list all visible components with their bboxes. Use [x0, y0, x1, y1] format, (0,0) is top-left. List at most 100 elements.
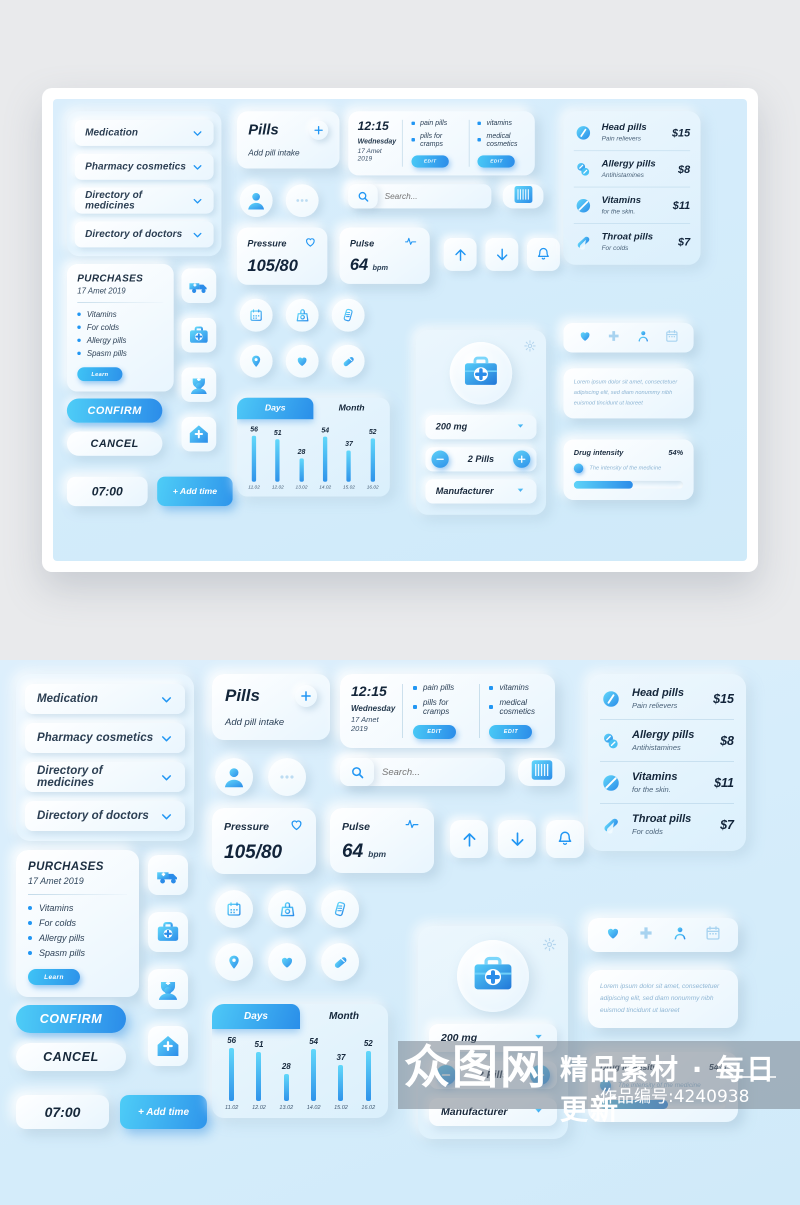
cancel-button[interactable]: CANCEL: [66, 431, 163, 456]
strip-icon-plus-cross[interactable]: [638, 925, 654, 946]
caret-down-icon[interactable]: [515, 420, 526, 434]
gear-icon[interactable]: [542, 937, 557, 957]
add-time-button[interactable]: + Add time: [120, 1095, 207, 1129]
tag-item[interactable]: vitamins: [477, 119, 526, 127]
caret-down-icon[interactable]: [515, 484, 526, 498]
bar-column[interactable]: 52: [358, 1036, 379, 1101]
dropdown-directory-of-medicines[interactable]: Directory of medicines: [74, 187, 214, 214]
intensity-knob[interactable]: [600, 1080, 611, 1091]
bar-column[interactable]: 51: [269, 425, 287, 482]
add-pill-button[interactable]: [295, 685, 317, 707]
chevron-down-icon[interactable]: [160, 693, 173, 706]
table-row[interactable]: Allergy pills Antihistamines $8: [573, 150, 691, 186]
increase-button[interactable]: [529, 1065, 550, 1085]
bar-column[interactable]: 56: [245, 425, 263, 482]
round-icon-calendar[interactable]: [239, 298, 273, 332]
intensity-slider-track[interactable]: [573, 480, 684, 489]
edit-button[interactable]: EDIT: [412, 725, 456, 739]
increase-button[interactable]: [513, 450, 531, 468]
table-row[interactable]: Vitamins for the skin. $11: [600, 761, 734, 803]
pill-count-stepper[interactable]: 2 Pills: [425, 447, 537, 472]
decrease-button[interactable]: [431, 450, 449, 468]
bar-column[interactable]: 28: [276, 1036, 297, 1101]
round-icon-location-pin[interactable]: [215, 943, 253, 981]
round-icon-capsule[interactable]: [321, 943, 359, 981]
add-time-button[interactable]: + Add time: [157, 476, 233, 507]
icon-tile-first-aid-kit[interactable]: [148, 912, 188, 952]
strip-icon-calendar-soft[interactable]: [705, 925, 721, 946]
chevron-down-icon[interactable]: [192, 127, 203, 138]
button-bell[interactable]: [526, 237, 560, 271]
icon-tile-ambulance[interactable]: [148, 855, 188, 895]
dropdown-directory-of-doctors[interactable]: Directory of doctors: [25, 801, 185, 831]
chevron-down-icon[interactable]: [192, 195, 203, 206]
button-arrow-up[interactable]: [443, 237, 477, 271]
round-icon-scale[interactable]: [285, 298, 319, 332]
barcode-card[interactable]: [502, 184, 544, 209]
dropdown-medication[interactable]: Medication: [25, 684, 185, 714]
confirm-button[interactable]: CONFIRM: [16, 1005, 126, 1033]
chevron-down-icon[interactable]: [160, 771, 173, 784]
button-arrow-down[interactable]: [485, 237, 519, 271]
round-icon-thermometer-strip[interactable]: [321, 890, 359, 928]
tag-item[interactable]: pain pills: [412, 683, 469, 692]
dropdown-directory-of-medicines[interactable]: Directory of medicines: [25, 762, 185, 792]
tag-item[interactable]: pills for cramps: [411, 132, 459, 148]
dose-select[interactable]: 200 mg: [425, 414, 537, 440]
bar-column[interactable]: 28: [292, 425, 310, 482]
pill-count-stepper[interactable]: 2 Pills: [429, 1061, 557, 1089]
strip-icon-person[interactable]: [636, 329, 650, 347]
search-input[interactable]: [382, 766, 505, 778]
table-row[interactable]: Vitamins for the skin. $11: [573, 186, 691, 223]
icon-tile-ambulance[interactable]: [181, 268, 217, 303]
chevron-down-icon[interactable]: [160, 732, 173, 745]
bar-column[interactable]: 37: [340, 425, 358, 482]
dropdown-directory-of-doctors[interactable]: Directory of doctors: [74, 221, 214, 248]
intensity-knob[interactable]: [573, 463, 584, 474]
round-icon-calendar[interactable]: [215, 890, 253, 928]
cancel-button[interactable]: CANCEL: [16, 1043, 126, 1071]
round-icon-scale[interactable]: [268, 890, 306, 928]
chevron-down-icon[interactable]: [160, 810, 173, 823]
intensity-slider-track[interactable]: [600, 1100, 726, 1109]
icon-tile-nurse[interactable]: [181, 367, 217, 402]
strip-icon-plus-cross[interactable]: [607, 329, 621, 347]
learn-button[interactable]: Learn: [28, 969, 80, 985]
add-pill-button[interactable]: [309, 120, 329, 140]
strip-icon-heart[interactable]: [578, 329, 592, 347]
round-icon-thermometer-strip[interactable]: [331, 298, 365, 332]
tag-item[interactable]: pills for cramps: [412, 698, 469, 716]
dropdown-pharmacy-cosmetics[interactable]: Pharmacy cosmetics: [74, 153, 214, 180]
table-row[interactable]: Throat pills For colds $7: [600, 803, 734, 845]
round-icon-capsule[interactable]: [331, 344, 365, 378]
round-icon-heart[interactable]: [268, 943, 306, 981]
button-bell[interactable]: [546, 820, 584, 858]
manufacturer-select[interactable]: Manufacturer: [429, 1098, 557, 1126]
bar-column[interactable]: 54: [316, 425, 334, 482]
more-options-button[interactable]: [285, 184, 319, 218]
tag-item[interactable]: medical cosmetics: [489, 698, 545, 716]
learn-button[interactable]: Learn: [77, 367, 123, 382]
dropdown-pharmacy-cosmetics[interactable]: Pharmacy cosmetics: [25, 723, 185, 753]
bar-column[interactable]: 51: [248, 1036, 269, 1101]
tag-item[interactable]: medical cosmetics: [477, 132, 526, 148]
table-row[interactable]: Allergy pills Antihistamines $8: [600, 719, 734, 761]
edit-button[interactable]: EDIT: [411, 155, 449, 168]
more-options-button[interactable]: [268, 758, 306, 796]
tab-month[interactable]: Month: [313, 398, 389, 420]
icon-tile-home-hospital[interactable]: [181, 416, 217, 452]
dropdown-medication[interactable]: Medication: [74, 119, 214, 146]
search-input[interactable]: [384, 191, 492, 201]
dose-select[interactable]: 200 mg: [429, 1024, 557, 1052]
table-row[interactable]: Head pills Pain relievers $15: [600, 678, 734, 719]
caret-down-icon[interactable]: [532, 1104, 545, 1120]
chevron-down-icon[interactable]: [192, 229, 203, 240]
tab-days[interactable]: Days: [212, 1004, 300, 1029]
table-row[interactable]: Throat pills For colds $7: [573, 223, 691, 259]
table-row[interactable]: Head pills Pain relievers $15: [574, 115, 690, 151]
tab-month[interactable]: Month: [300, 1004, 388, 1029]
gear-icon[interactable]: [523, 339, 536, 356]
decrease-button[interactable]: [436, 1065, 456, 1085]
search-icon[interactable]: [348, 184, 378, 209]
manufacturer-select[interactable]: Manufacturer: [425, 479, 537, 504]
